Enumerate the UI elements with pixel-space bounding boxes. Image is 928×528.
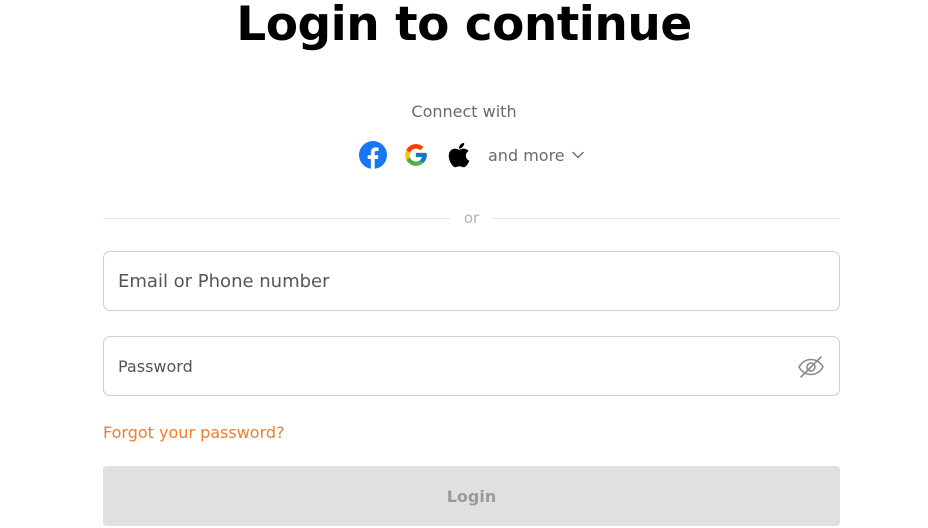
forgot-password-link[interactable]: Forgot your password? bbox=[103, 423, 285, 443]
social-login-row: and more bbox=[358, 140, 584, 170]
apple-icon bbox=[448, 142, 470, 168]
email-field-container bbox=[103, 251, 840, 311]
password-field-container bbox=[103, 336, 840, 396]
chevron-down-icon bbox=[571, 151, 584, 159]
connect-with-label: Connect with bbox=[411, 102, 517, 121]
eye-off-icon bbox=[798, 356, 824, 378]
password-visibility-toggle[interactable] bbox=[797, 355, 825, 379]
page-title: Login to continue bbox=[236, 0, 692, 52]
or-divider: or bbox=[103, 208, 841, 228]
facebook-login-button[interactable] bbox=[358, 140, 388, 170]
email-or-phone-input[interactable] bbox=[104, 252, 839, 310]
google-icon bbox=[405, 144, 427, 166]
more-providers-dropdown[interactable]: and more bbox=[488, 146, 584, 165]
apple-login-button[interactable] bbox=[444, 140, 474, 170]
password-input[interactable] bbox=[104, 337, 839, 395]
divider-label: or bbox=[463, 209, 480, 227]
more-providers-label: and more bbox=[488, 145, 565, 165]
divider-line-right bbox=[493, 217, 841, 219]
login-button[interactable]: Login bbox=[103, 466, 840, 526]
divider-line-left bbox=[103, 217, 450, 219]
facebook-icon bbox=[359, 141, 387, 169]
google-login-button[interactable] bbox=[401, 140, 431, 170]
login-page: Login to continue Connect with and more bbox=[0, 0, 928, 528]
